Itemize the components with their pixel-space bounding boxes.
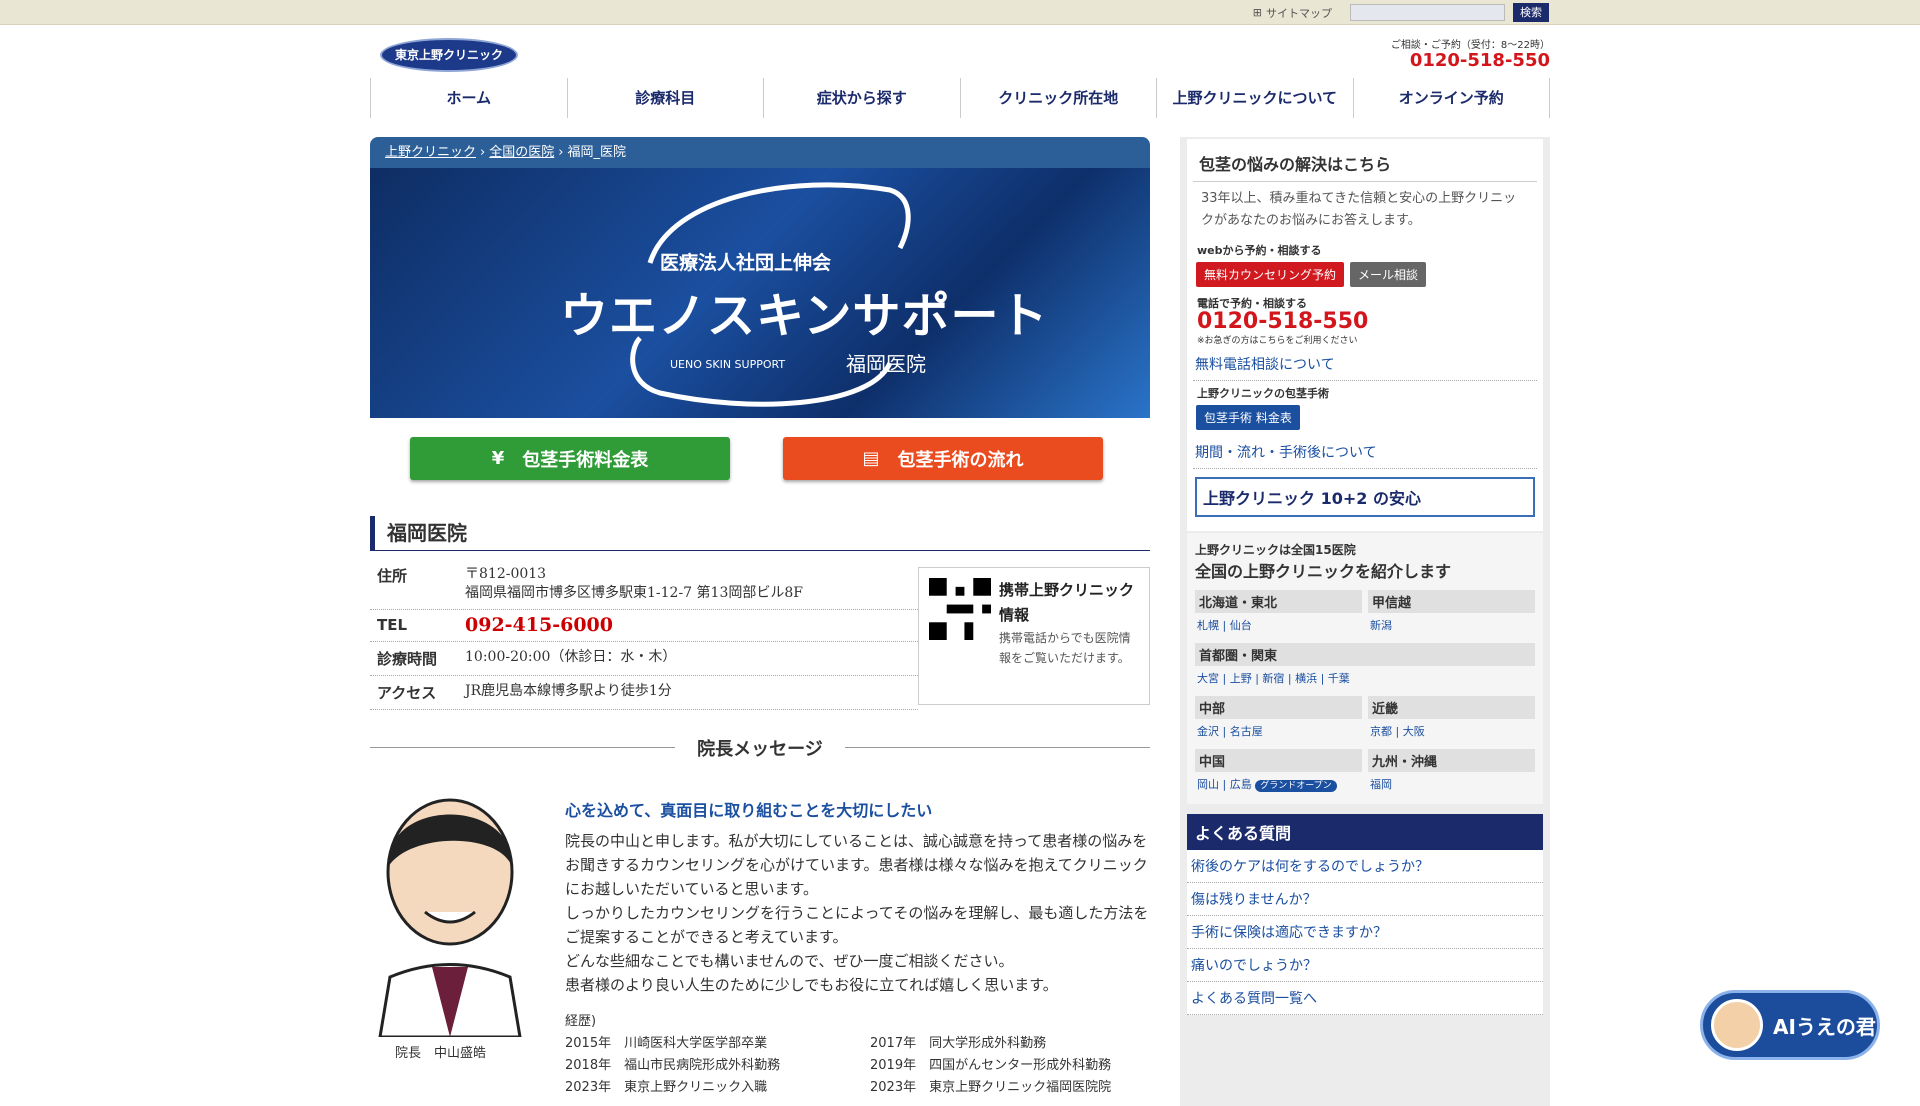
region-cities[interactable]: 新潟 bbox=[1368, 613, 1535, 637]
director-avatar bbox=[378, 798, 522, 1037]
grand-open-badge: グランドオープン bbox=[1255, 780, 1337, 792]
nav-about[interactable]: 上野クリニックについて bbox=[1156, 78, 1353, 118]
search-input[interactable] bbox=[1350, 4, 1505, 21]
nav-home[interactable]: ホーム bbox=[370, 78, 567, 118]
nav-departments[interactable]: 診療科目 bbox=[566, 78, 764, 118]
breadcrumb-home[interactable]: 上野クリニック bbox=[385, 137, 476, 168]
region-cities[interactable]: 岡山 | 広島 グランドオープン bbox=[1195, 772, 1362, 796]
surgery-flow-button[interactable]: ▤ 包茎手術の流れ bbox=[783, 437, 1103, 480]
qr-code-icon bbox=[929, 578, 991, 640]
faq-item[interactable]: 痛いのでしょうか？ bbox=[1187, 949, 1543, 982]
hero-title: ウエノスキンサポート bbox=[560, 288, 1049, 344]
director-career: 経歴) 2015年 川崎医科大学医学部卒業 2017年 同大学形成外科勤務 201… bbox=[565, 1014, 1112, 1095]
clinic-map-box: 上野クリニックは全国15医院 全国の上野クリニックを紹介します 北海道・東北 札幌… bbox=[1187, 533, 1543, 804]
ai-mascot-icon bbox=[1711, 999, 1763, 1051]
free-counseling-button[interactable]: 無料カウンセリング予約 bbox=[1196, 262, 1345, 287]
hero-english: UENO SKIN SUPPORT bbox=[670, 358, 786, 371]
yen-icon: ¥ bbox=[491, 448, 505, 469]
anshin-banner[interactable]: 上野クリニック 10+2 の安心 bbox=[1195, 477, 1535, 517]
hero-branch: 福岡医院 bbox=[846, 352, 926, 376]
breadcrumb-current: 福岡_医院 bbox=[567, 145, 626, 160]
sitemap-icon: ⊞ bbox=[1252, 6, 1262, 19]
director-caption: 院長 中山盛皓 bbox=[395, 1046, 487, 1061]
region-cities[interactable]: 金沢 | 名古屋 bbox=[1195, 719, 1362, 743]
mobile-info-box: 携帯上野クリニック情報 携帯電話からでも医院情報をご覧いただけます。 bbox=[918, 567, 1150, 705]
price-list-button[interactable]: ¥ 包茎手術料金表 bbox=[410, 437, 730, 480]
clinic-title: 福岡医院 bbox=[370, 516, 1150, 551]
free-call-link[interactable]: 無料電話相談について bbox=[1193, 346, 1537, 381]
sidebar: 包茎の悩みの解決はこちら 33年以上、積み重ねてきた信頼と安心の上野クリニックが… bbox=[1180, 137, 1550, 1106]
clinic-info-table: 住所 〒812-0013 福岡県福岡市博多区博多駅東1-12-7 第13岡部ビル8F… bbox=[370, 559, 918, 710]
region-cities[interactable]: 京都 | 大阪 bbox=[1368, 719, 1535, 743]
director-message-heading: 院長メッセージ bbox=[370, 735, 1150, 761]
ai-chat-button[interactable]: AIうえの君 bbox=[1700, 990, 1880, 1060]
hero-org: 医療法人社団上伸会 bbox=[660, 252, 832, 274]
faq-item[interactable]: 術後のケアは何をするのでしょうか？ bbox=[1187, 850, 1543, 883]
clinic-logo[interactable]: 東京上野クリニック bbox=[380, 38, 518, 72]
header-contact: ご相談・ご予約（受付：8〜22時） 0120-518-550 bbox=[1390, 40, 1550, 71]
top-utility-bar: ⊞ サイトマップ 検索 bbox=[0, 0, 1920, 25]
faq-item[interactable]: 傷は残りませんか？ bbox=[1187, 883, 1543, 916]
hero-banner: 医療法人社団上伸会 ウエノスキンサポート UENO SKIN SUPPORT 福… bbox=[370, 168, 1150, 418]
sidebar-phone[interactable]: 0120-518-550 bbox=[1193, 311, 1537, 333]
nav-symptoms[interactable]: 症状から探す bbox=[763, 78, 960, 118]
breadcrumb-clinics[interactable]: 全国の医院 bbox=[489, 137, 554, 168]
global-nav: ホーム 診療科目 症状から探す クリニック所在地 上野クリニックについて オンラ… bbox=[370, 78, 1550, 118]
director-message: 心を込めて、真面目に取り組むことを大切にしたい 院長の中山と申します。私が大切に… bbox=[565, 801, 1149, 994]
nav-online-booking[interactable]: オンライン予約 bbox=[1352, 78, 1550, 118]
header-phone[interactable]: 0120-518-550 bbox=[1391, 51, 1550, 71]
search-button[interactable]: 検索 bbox=[1513, 3, 1549, 22]
faq-more-link[interactable]: よくある質問一覧へ bbox=[1187, 982, 1543, 1015]
surgery-price-button[interactable]: 包茎手術 料金表 bbox=[1196, 405, 1300, 430]
clipboard-icon: ▤ bbox=[862, 448, 880, 469]
breadcrumb: 上野クリニック › 全国の医院 › 福岡_医院 bbox=[370, 137, 1150, 168]
nav-locations[interactable]: クリニック所在地 bbox=[959, 78, 1157, 118]
clinic-tel[interactable]: 092-415-6000 bbox=[465, 616, 918, 635]
region-cities[interactable]: 大宮 | 上野 | 新宿 | 横浜 | 千葉 bbox=[1195, 666, 1535, 690]
faq-item[interactable]: 手術に保険は適応できますか？ bbox=[1187, 916, 1543, 949]
period-flow-link[interactable]: 期間・流れ・手術後について bbox=[1193, 434, 1537, 469]
sitemap-link[interactable]: ⊞ サイトマップ bbox=[1253, 5, 1332, 21]
region-cities[interactable]: 福岡 bbox=[1368, 772, 1535, 796]
region-cities[interactable]: 札幌 | 仙台 bbox=[1195, 613, 1362, 637]
faq-box: よくある質問 術後のケアは何をするのでしょうか？ 傷は残りませんか？ 手術に保険… bbox=[1187, 814, 1543, 1015]
mail-consult-button[interactable]: メール相談 bbox=[1350, 262, 1427, 287]
